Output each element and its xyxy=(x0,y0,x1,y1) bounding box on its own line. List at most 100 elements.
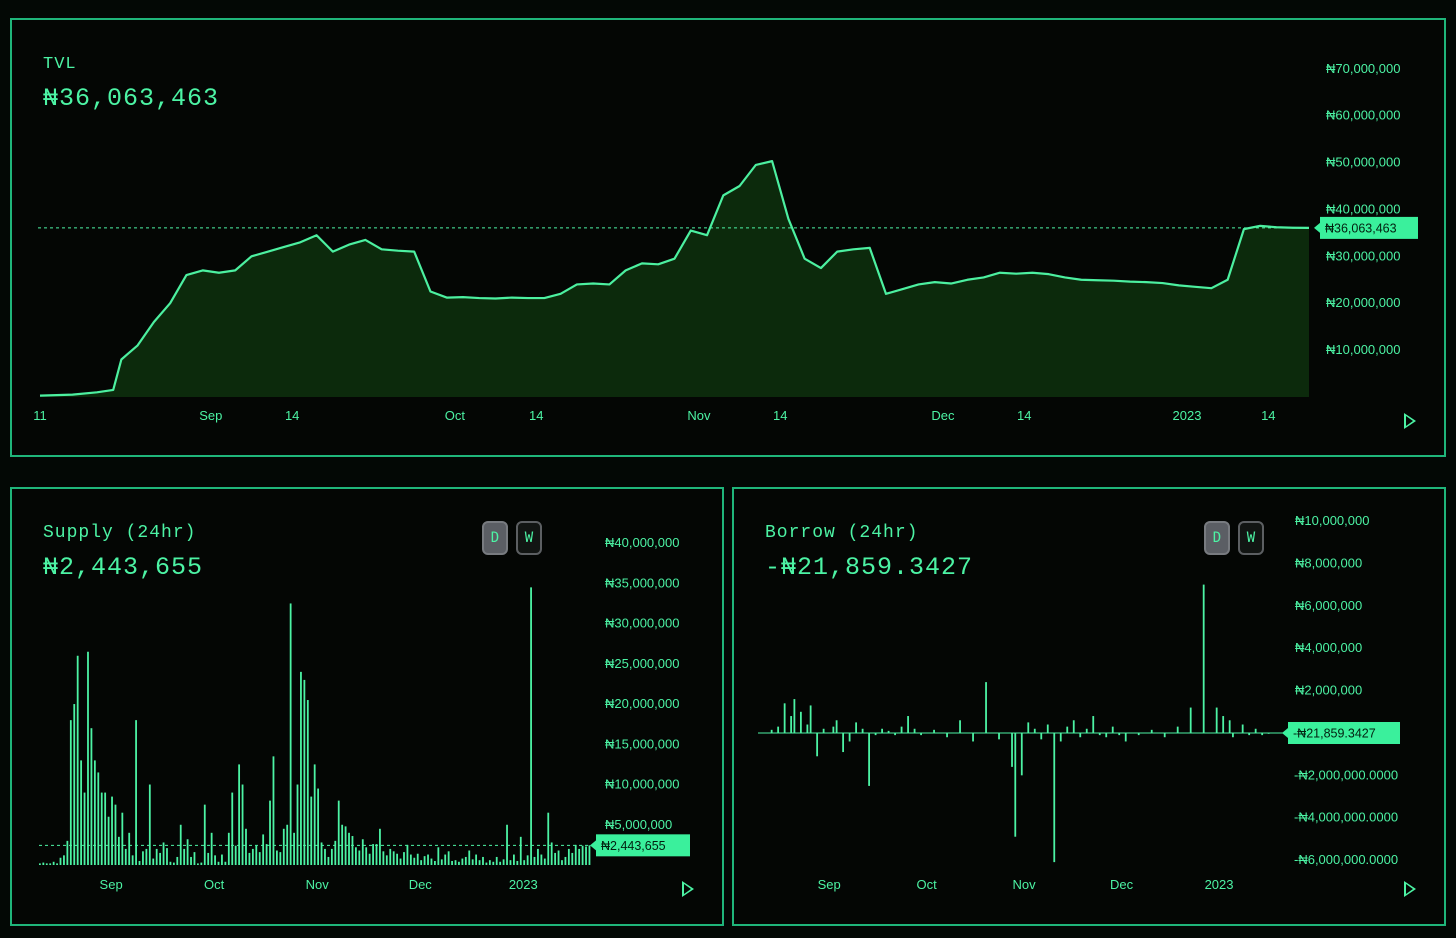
supply-bar xyxy=(296,784,299,865)
supply-bar xyxy=(63,855,65,865)
supply-bar xyxy=(337,800,340,865)
supply-bar xyxy=(169,861,172,865)
supply-y-tick: ₦5,000,000 xyxy=(605,817,672,832)
borrow-bar xyxy=(1011,733,1013,767)
supply-bar xyxy=(475,854,478,865)
supply-bar xyxy=(348,832,350,865)
supply-bar xyxy=(90,728,93,865)
supply-bar xyxy=(42,862,45,865)
borrow-chart[interactable]: ₦10,000,000 ₦8,000,000 ₦6,000,000 ₦4,000,00… xyxy=(734,489,1444,924)
supply-play-icon[interactable] xyxy=(682,881,694,897)
supply-bar xyxy=(530,587,532,865)
borrow-bar xyxy=(1163,733,1166,738)
supply-bar xyxy=(197,863,199,865)
supply-bar xyxy=(523,860,526,865)
supply-bar xyxy=(128,832,131,865)
borrow-bar xyxy=(770,729,773,733)
tvl-y-tick: ₦40,000,000 xyxy=(1326,201,1400,216)
supply-bar xyxy=(330,848,333,865)
tvl-y-tick: ₦10,000,000 xyxy=(1326,342,1400,357)
supply-bar xyxy=(258,852,261,865)
supply-bar xyxy=(183,848,186,865)
supply-bar xyxy=(221,854,223,865)
supply-bar xyxy=(138,860,141,865)
borrow-x-tick: Oct xyxy=(917,877,938,892)
supply-bar xyxy=(468,850,471,865)
borrow-bar xyxy=(1176,726,1179,733)
tvl-y-tick: ₦60,000,000 xyxy=(1326,108,1400,123)
supply-bar xyxy=(403,852,405,865)
supply-x-tick: Sep xyxy=(100,877,123,892)
supply-bar xyxy=(166,848,168,865)
borrow-bar xyxy=(985,682,987,733)
tvl-play-icon[interactable] xyxy=(1404,413,1416,429)
supply-bar xyxy=(80,760,83,865)
borrow-bar xyxy=(1254,728,1257,733)
borrow-bar xyxy=(855,722,858,733)
supply-bar xyxy=(159,852,162,865)
supply-bar xyxy=(234,845,237,865)
supply-y-tick: ₦10,000,000 xyxy=(605,777,679,792)
supply-bar xyxy=(289,603,292,865)
supply-y-tick: ₦40,000,000 xyxy=(605,535,679,550)
tvl-x-tick: 14 xyxy=(529,408,543,423)
supply-bar xyxy=(231,792,234,865)
supply-bar xyxy=(179,824,182,865)
supply-bar xyxy=(152,858,155,865)
tvl-x-tick: 14 xyxy=(773,408,787,423)
borrow-bar xyxy=(822,728,825,733)
supply-bar xyxy=(365,847,368,865)
supply-bar xyxy=(306,700,309,865)
supply-bar xyxy=(245,828,247,865)
borrow-bar xyxy=(1261,733,1264,736)
supply-bar xyxy=(361,839,364,865)
borrow-y-tick: ₦4,000,000 xyxy=(1295,640,1362,655)
borrow-bar xyxy=(874,733,877,736)
borrow-bar xyxy=(861,728,864,733)
borrow-bar xyxy=(907,716,909,733)
borrow-bar xyxy=(887,730,890,733)
borrow-bar xyxy=(959,720,961,733)
borrow-bar xyxy=(1105,733,1108,738)
supply-chart[interactable]: ₦5,000,000 ₦10,000,000 ₦15,000,000 ₦20,000,… xyxy=(12,489,722,924)
supply-bar xyxy=(509,860,512,865)
borrow-bar xyxy=(1066,726,1069,733)
supply-bar xyxy=(45,863,48,865)
supply-bar xyxy=(303,679,306,865)
borrow-play-icon[interactable] xyxy=(1404,881,1416,897)
supply-bar xyxy=(317,788,320,865)
borrow-bar xyxy=(1053,733,1056,863)
supply-bar xyxy=(540,854,543,865)
tvl-x-tick: 14 xyxy=(1017,408,1031,423)
borrow-bar xyxy=(1020,733,1023,776)
supply-bar xyxy=(66,840,69,865)
supply-bar xyxy=(124,848,127,865)
tvl-x-tick: Nov xyxy=(687,408,711,423)
supply-bar xyxy=(461,858,464,865)
supply-bar xyxy=(554,852,557,865)
supply-bar xyxy=(203,804,206,865)
borrow-bar xyxy=(1189,707,1192,733)
borrow-bar xyxy=(946,733,948,738)
tvl-price-badge: ₦36,063,463 xyxy=(1325,221,1397,235)
supply-bar xyxy=(557,850,560,865)
supply-bar xyxy=(207,852,210,865)
supply-bar xyxy=(574,844,577,865)
borrow-price-badge: -₦21,859.3427 xyxy=(1293,727,1376,741)
supply-bar xyxy=(588,845,591,865)
supply-bar xyxy=(454,860,457,865)
supply-bar xyxy=(482,856,484,865)
borrow-bar xyxy=(1124,733,1127,742)
borrow-bar xyxy=(868,733,870,786)
tvl-y-tick: ₦50,000,000 xyxy=(1326,155,1400,170)
supply-bar xyxy=(238,764,241,865)
tvl-chart[interactable]: ₦10,000,000 ₦20,000,000 ₦30,000,000 ₦40,000… xyxy=(12,20,1444,455)
borrow-y-tick: ₦8,000,000 xyxy=(1295,555,1362,570)
borrow-x-tick: Nov xyxy=(1013,877,1037,892)
supply-panel: Supply (24hr) ₦2,443,655 D W ₦5,000,000 ₦… xyxy=(10,487,724,926)
supply-bar xyxy=(313,764,316,865)
supply-bar xyxy=(543,858,546,865)
borrow-bar xyxy=(1072,720,1075,733)
borrow-price-badge-arrow xyxy=(1282,728,1288,738)
supply-x-tick: 2023 xyxy=(509,877,538,892)
